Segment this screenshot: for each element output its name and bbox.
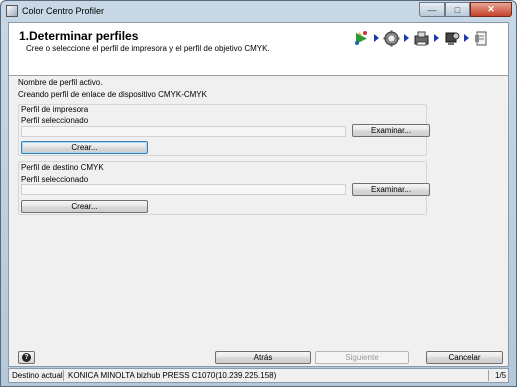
step-arrow-icon — [374, 34, 379, 42]
help-icon: ? — [22, 353, 31, 362]
browse-target-button[interactable]: Examinar... — [352, 183, 430, 196]
app-window: Color Centro Profiler — □ ✕ 1.Determinar… — [0, 0, 517, 387]
active-profile-value: Creando perfil de enlace de dispositivo … — [18, 90, 207, 99]
group-title: Perfil de destino CMYK — [21, 163, 104, 172]
selected-profile-label: Perfil seleccionado — [21, 175, 89, 184]
window-title: Color Centro Profiler — [22, 6, 105, 16]
wizard-header: 1.Determinar perfiles Cree o seleccione … — [9, 23, 508, 76]
create-printer-button[interactable]: Crear... — [21, 141, 148, 154]
active-profile-label: Nombre de perfil activo. — [18, 78, 103, 87]
printer-profile-field[interactable] — [21, 126, 346, 137]
group-title: Perfil de impresora — [21, 105, 89, 114]
browse-printer-button[interactable]: Examinar... — [352, 124, 430, 137]
help-button[interactable]: ? — [18, 351, 35, 364]
wizard-start-icon — [353, 30, 370, 47]
page-title: 1.Determinar perfiles — [19, 29, 139, 43]
minimize-icon: — — [427, 4, 437, 15]
target-profile-group: Perfil de destino CMYK Perfil selecciona… — [18, 161, 430, 215]
page-indicator: 1/5 — [495, 371, 507, 380]
step-progress — [353, 25, 490, 51]
cancel-button[interactable]: Cancelar — [426, 351, 503, 364]
status-divider — [488, 370, 489, 381]
maximize-icon: □ — [454, 4, 461, 15]
next-button[interactable]: Siguiente — [315, 351, 409, 364]
close-button[interactable]: ✕ — [470, 2, 512, 17]
printer-icon — [413, 30, 430, 47]
destination-value: KONICA MINOLTA bizhub PRESS C1070(10.239… — [68, 371, 277, 380]
target-profile-field[interactable] — [21, 184, 346, 195]
create-target-button[interactable]: Crear... — [21, 200, 148, 213]
printer-profile-group: Perfil de impresora Perfil seleccionado … — [18, 104, 430, 156]
maximize-button[interactable]: □ — [445, 2, 470, 17]
minimize-button[interactable]: — — [419, 2, 445, 17]
back-button[interactable]: Atrás — [215, 351, 311, 364]
title-bar[interactable]: Color Centro Profiler — □ ✕ — [1, 1, 516, 21]
app-icon — [6, 5, 18, 17]
document-icon — [473, 30, 490, 47]
page-subtitle: Cree o seleccione el perfil de impresora… — [26, 44, 270, 53]
close-icon: ✕ — [487, 4, 495, 14]
status-divider — [63, 370, 64, 381]
destination-label: Destino actual — [12, 371, 63, 380]
scanner-icon — [443, 30, 460, 47]
status-bar: Destino actual KONICA MINOLTA bizhub PRE… — [8, 368, 509, 383]
step-arrow-icon — [464, 34, 469, 42]
step-arrow-icon — [404, 34, 409, 42]
gear-icon — [383, 30, 400, 47]
step-arrow-icon — [434, 34, 439, 42]
wizard-content: 1.Determinar perfiles Cree o seleccione … — [8, 22, 509, 367]
selected-profile-label: Perfil seleccionado — [21, 116, 89, 125]
